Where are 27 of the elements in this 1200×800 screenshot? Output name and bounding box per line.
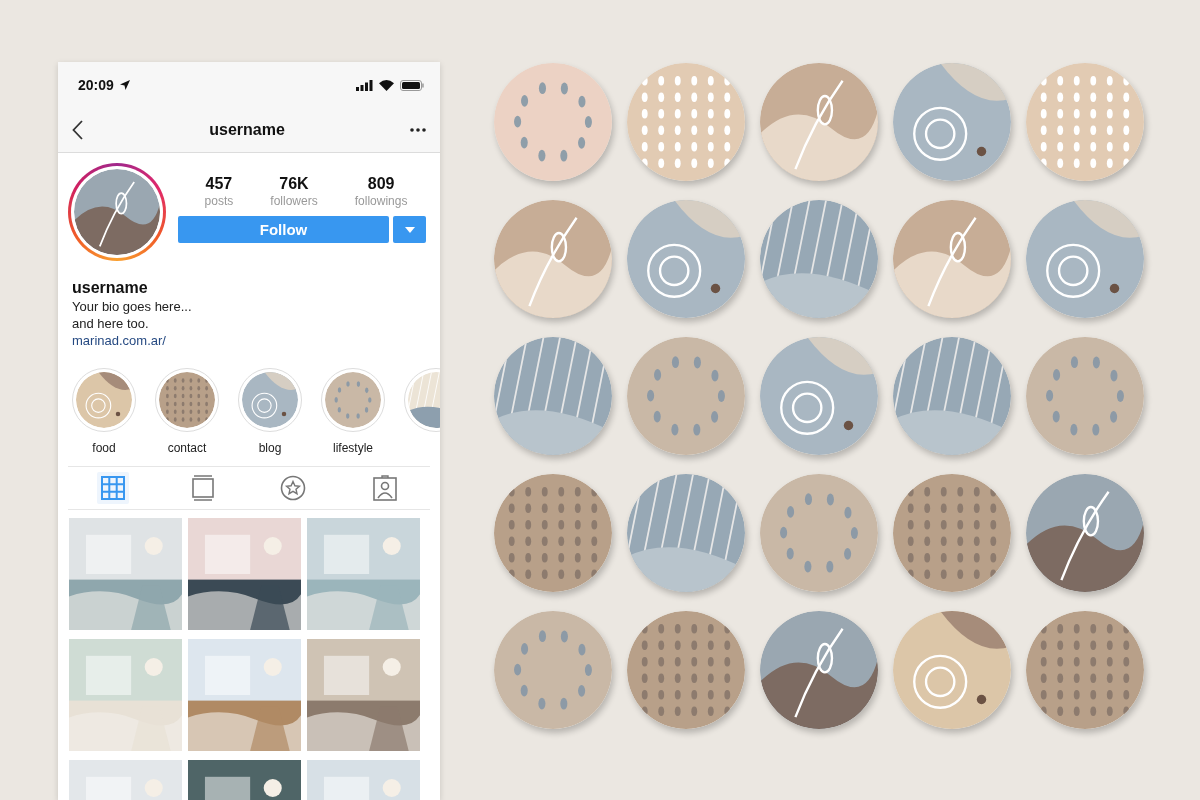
- bio-text: Your bio goes here...: [72, 299, 192, 314]
- highlight-label: contact: [167, 441, 207, 455]
- stat-count: 809: [367, 175, 395, 193]
- person-icon[interactable]: [372, 475, 397, 501]
- highlight-label: blog: [258, 441, 282, 455]
- profile-title: username: [208, 121, 286, 139]
- more-icon[interactable]: [410, 128, 426, 132]
- stat-count: 457: [205, 175, 233, 193]
- stat-label: posts: [204, 194, 234, 208]
- back-icon[interactable]: [72, 120, 84, 140]
- stat-count: 76K: [279, 175, 309, 193]
- signal-icon: [356, 79, 373, 91]
- caret-icon: [404, 226, 415, 233]
- status-time: 20:09: [78, 77, 114, 93]
- dropdown-button[interactable]: [393, 216, 426, 243]
- bio-text: and here too.: [72, 316, 149, 331]
- grid-icon[interactable]: [101, 476, 126, 500]
- profile-name: username: [72, 279, 148, 297]
- battery-icon: [400, 79, 424, 91]
- stat-label: followings: [354, 194, 408, 208]
- location-arrow-icon: [119, 80, 130, 90]
- profile-link[interactable]: marinad.com.ar/: [72, 333, 166, 348]
- stat-label: followers: [270, 194, 318, 208]
- feed-icon[interactable]: [191, 475, 214, 501]
- highlight-label: lifestyle: [333, 441, 373, 455]
- wifi-icon: [379, 79, 394, 91]
- highlight-label: food: [92, 441, 116, 455]
